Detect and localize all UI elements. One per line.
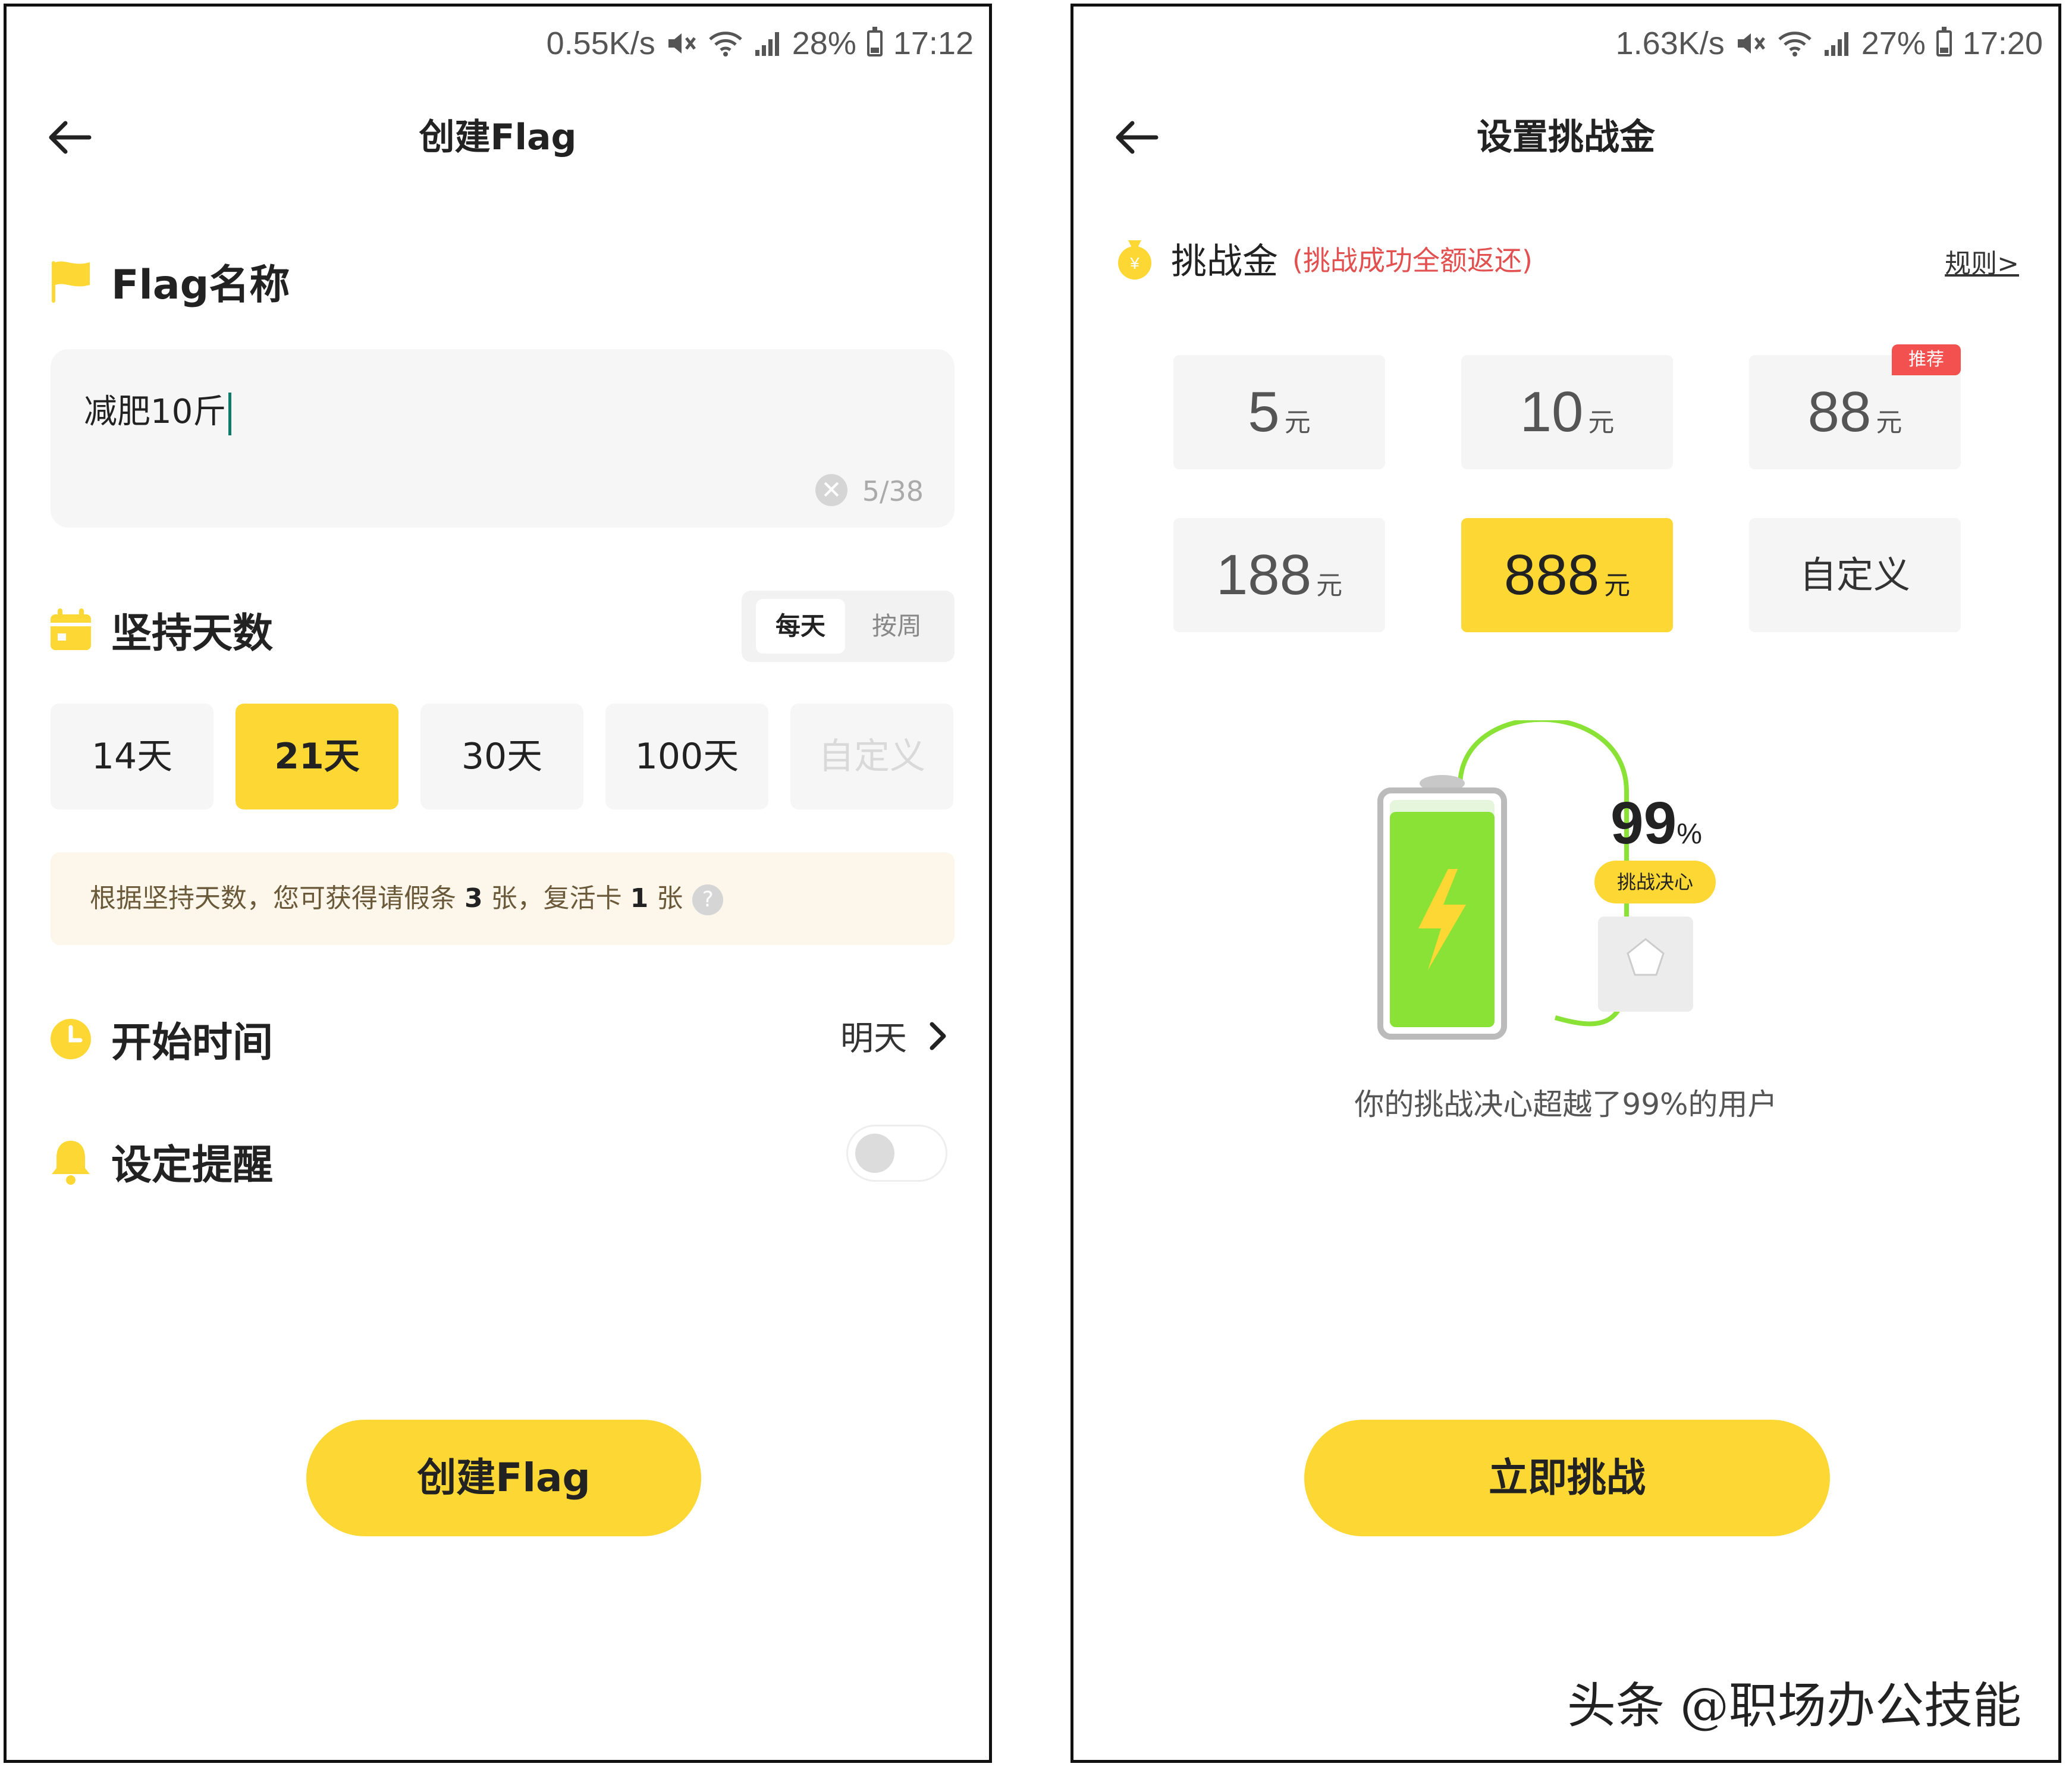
page-title: 设置挑战金 [1477,117,1655,158]
determination-percent: 99% [1610,790,1702,856]
create-flag-button[interactable]: 创建Flag [306,1420,701,1536]
amount-option-custom[interactable]: 自定义 [1749,518,1961,632]
amount-option-188[interactable]: 188 元 [1173,518,1385,632]
start-challenge-button[interactable]: 立即挑战 [1304,1420,1830,1536]
determination-caption: 你的挑战决心超越了99%的用户 [1354,1087,1778,1122]
refund-note: (挑战成功全额返还) [1292,244,1533,277]
status-bar: 0.55K/s 28% 17:12 [547,20,974,67]
start-time-selector[interactable]: 明天 [840,1012,947,1060]
battery-percent: 28% [792,26,856,61]
start-time-header[interactable]: 开始时间 [48,1009,273,1068]
days-options: 14天 21天 30天 100天 自定义 [51,704,955,811]
reward-notice: 根据坚持天数，您可获得请假条 3 张，复活卡 1 张? [51,852,955,945]
flag-name-value: 减肥10斤 [84,393,227,431]
rules-link[interactable]: 规则> [1945,242,2019,280]
days-label: 坚持天数 [111,610,274,657]
reminder-switch[interactable] [846,1125,947,1182]
reminder-header: 设定提醒 [48,1132,273,1191]
help-icon[interactable]: ? [692,884,724,915]
frequency-weekly[interactable]: 按周 [852,599,941,654]
day-option-100[interactable]: 100天 [605,704,768,809]
signal-icon [1823,30,1851,57]
calendar-icon [51,608,91,650]
flag-name-label: Flag名称 [111,262,290,309]
amount-option-88[interactable]: 88 元推荐 [1749,344,1961,469]
challenge-amount-screen: 1.63K/s 27% 17:20 设置挑战金 ¥ 挑战金 (挑战成功全额返还)… [1070,4,2061,1763]
svg-text:¥: ¥ [1129,254,1139,272]
clock-icon [51,1018,91,1059]
mute-icon [1735,30,1766,57]
clear-icon[interactable]: ✕ [815,474,847,506]
create-flag-screen: 0.55K/s 28% 17:12 创建Flag Flag名称 减肥10斤 ✕ … [4,4,992,1763]
nav-header: 创建Flag [7,96,989,179]
amount-option-5[interactable]: 5元 [1173,355,1385,469]
determination-pill: 挑战决心 [1594,861,1716,903]
chevron-right-icon [930,1022,946,1050]
amount-option-10[interactable]: 10 元 [1461,355,1673,469]
clock: 17:20 [1962,26,2043,61]
signal-icon [754,30,781,57]
battery-icon [867,27,883,57]
wifi-icon [1777,30,1813,57]
network-speed: 0.55K/s [546,26,655,61]
amount-label: 挑战金 [1171,241,1278,283]
char-counter: 5/38 [862,475,924,507]
start-time-label: 开始时间 [111,1019,274,1066]
start-time-value: 明天 [840,1019,907,1058]
status-bar: 1.63K/s 27% 17:20 [1616,20,2043,67]
nav-header: 设置挑战金 [1073,96,2058,179]
bell-icon [52,1140,90,1185]
reminder-label: 设定提醒 [111,1142,274,1189]
network-speed: 1.63K/s [1615,26,1725,61]
page-title: 创建Flag [419,117,577,158]
flag-name-input[interactable]: 减肥10斤 ✕ 5/38 [51,349,955,528]
amount-option-888[interactable]: 888 元 [1461,518,1673,632]
money-bag-icon: ¥ [1118,240,1151,280]
day-option-14[interactable]: 14天 [51,704,214,809]
day-option-30[interactable]: 30天 [420,704,583,809]
switch-knob [855,1134,894,1173]
revive-count: 1 [630,883,649,914]
frequency-daily[interactable]: 每天 [756,599,845,654]
watermark: 头条 @职场办公技能 [1566,1678,2021,1734]
mute-icon [666,30,697,57]
frequency-toggle: 每天 按周 [742,591,955,662]
flag-name-header: Flag名称 [48,252,290,310]
wifi-icon [708,30,743,57]
amount-header: ¥ 挑战金 (挑战成功全额返还) [1113,233,1533,284]
battery-icon [1936,27,1952,57]
recommend-badge: 推荐 [1892,344,1961,375]
days-header: 坚持天数 [48,600,273,659]
leave-count: 3 [464,883,483,914]
day-option-21[interactable]: 21天 [236,704,398,809]
battery-percent: 27% [1861,26,1926,61]
text-caret [228,392,232,435]
clock: 17:12 [893,26,974,61]
day-option-custom[interactable]: 自定义 [790,704,953,809]
flag-icon [52,261,90,303]
